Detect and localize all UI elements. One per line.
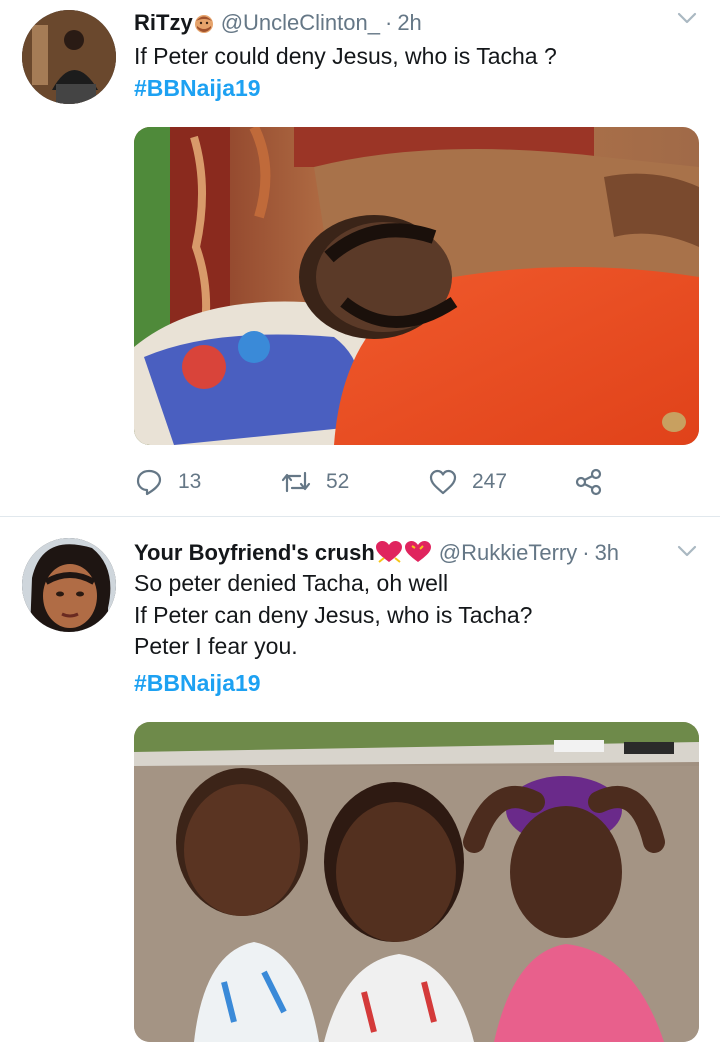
heart-icon [429, 469, 457, 495]
display-name[interactable]: Your Boyfriend's crush [134, 540, 375, 565]
avatar[interactable] [22, 538, 116, 632]
hashtag-link[interactable]: #BBNaija19 [134, 73, 261, 105]
user-handle[interactable]: @RukkieTerry [439, 540, 577, 565]
tweet-2[interactable]: Your Boyfriend's crush @RukkieTerry · 3h So… [0, 517, 720, 1042]
tweet-image[interactable] [134, 127, 699, 445]
hashtag-link[interactable]: #BBNaija19 [134, 668, 261, 700]
reply-icon [136, 469, 162, 496]
tweet-text: If Peter could deny Jesus, who is Tacha … [134, 43, 557, 69]
tweet-text: So peter denied Tacha, oh well If Peter … [134, 570, 533, 659]
chevron-down-icon[interactable] [676, 10, 698, 26]
avatar-image [22, 10, 116, 104]
user-handle[interactable]: @UncleClinton_ [221, 10, 380, 35]
reply-count: 13 [178, 470, 202, 493]
tweet-actions: 13 52 247 [134, 462, 614, 502]
separator: · [582, 540, 590, 565]
tweet-1[interactable]: RiTzy @UncleClinton_ · 2h If Peter could de… [0, 0, 720, 516]
chevron-down-icon[interactable] [676, 543, 698, 559]
like-button[interactable]: 247 [428, 462, 507, 502]
tweet-header: RiTzy @UncleClinton_ · 2h [134, 6, 422, 40]
timestamp[interactable]: 2h [397, 10, 421, 35]
share-button[interactable] [574, 462, 604, 502]
reply-button[interactable]: 13 [134, 462, 201, 502]
timestamp[interactable]: 3h [595, 540, 619, 565]
avatar[interactable] [22, 10, 116, 104]
retweet-button[interactable]: 52 [280, 462, 349, 502]
photo-man-lying-on-pillow [134, 127, 699, 445]
retweet-icon [281, 471, 311, 493]
avatar-image [22, 538, 116, 632]
retweet-count: 52 [326, 470, 350, 493]
tweet-image[interactable] [134, 722, 699, 1042]
photo-three-toddlers [134, 722, 699, 1042]
display-name[interactable]: RiTzy [134, 10, 193, 35]
man-emoji-icon [193, 10, 215, 44]
like-count: 247 [472, 470, 508, 493]
share-icon [575, 468, 602, 496]
tweet-header: Your Boyfriend's crush @RukkieTerry · 3h [134, 536, 619, 570]
separator: · [384, 10, 393, 35]
